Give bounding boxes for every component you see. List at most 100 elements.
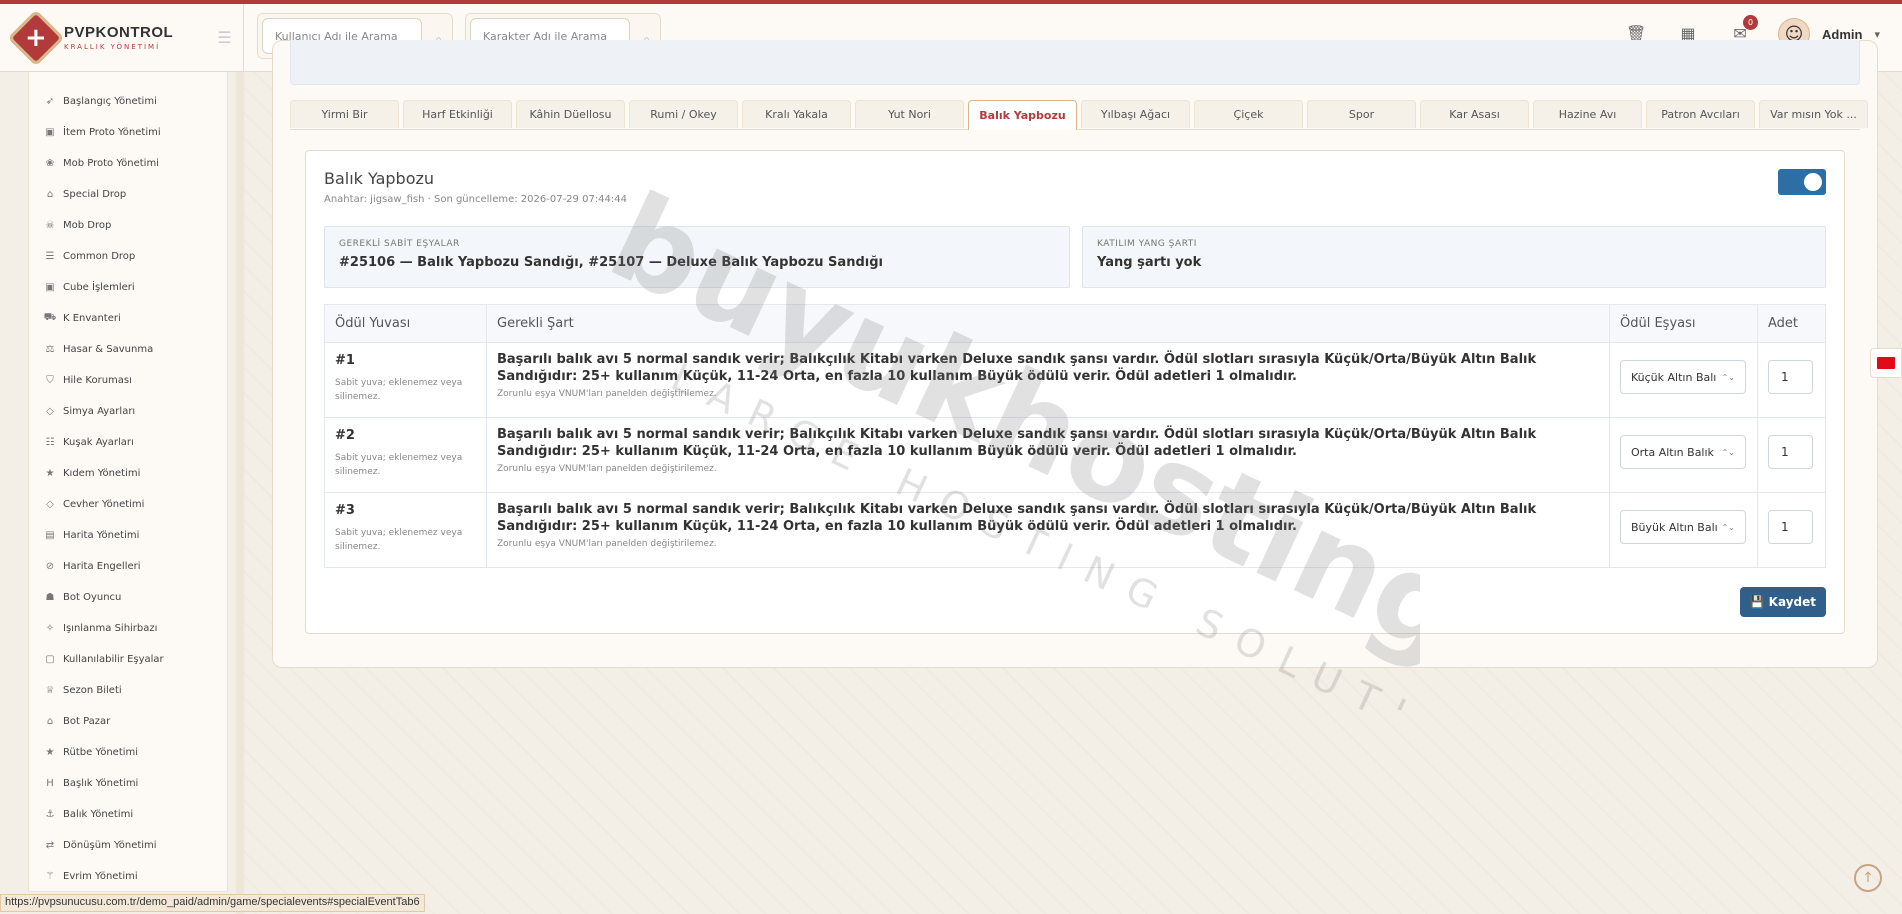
yang-value: Yang şartı yok [1097, 255, 1202, 270]
qty-cell: 1 [1757, 417, 1826, 493]
sidebar-item[interactable]: ⛉ Hile Koruması [29, 365, 227, 396]
chevron-down-icon: ⌃⌄ [1721, 447, 1735, 457]
sidebar-item[interactable]: ➶ Başlangıç Yönetimi [29, 86, 227, 117]
item-cell: Orta Altın Balık ⌃⌄ [1609, 417, 1758, 493]
sidebar-item[interactable]: ⌂ Special Drop [29, 179, 227, 210]
gift-icon: ⌂ [46, 189, 54, 200]
sidebar-item-label: Bot Oyuncu [63, 592, 122, 603]
sidebar-item[interactable]: ❀ Mob Proto Yönetimi [29, 148, 227, 179]
heading-icon: H [46, 778, 54, 789]
tab-item[interactable]: Harf Etkinliği [403, 100, 512, 128]
sidebar-item[interactable]: H Başlık Yönetimi [29, 768, 227, 799]
sidebar-item[interactable]: ▣ İtem Proto Yönetimi [29, 117, 227, 148]
table-row: #3 Sabit yuva; eklenemez veya silinemez. B… [324, 492, 1826, 568]
sidebar-item[interactable]: ▤ Harita Yönetimi [29, 520, 227, 551]
tab-item[interactable]: Hazine Avı [1533, 100, 1642, 128]
cart-icon: ⛟ [43, 312, 57, 323]
ban-icon: ⊘ [45, 561, 55, 572]
tab-item[interactable]: Spor [1307, 100, 1416, 128]
sidebar-item[interactable]: ⌂ Bot Pazar [29, 706, 227, 737]
box-icon: ▢ [45, 654, 55, 665]
sidebar-item[interactable]: ⚓ Balık Yönetimi [29, 799, 227, 830]
sidebar-item-label: Rütbe Yönetimi [63, 747, 139, 758]
hamburger-menu-icon[interactable]: ☰ [217, 28, 233, 47]
cube-icon: ▣ [45, 282, 55, 293]
anchor-icon: ⚓ [45, 809, 55, 820]
event-tabs: Yirmi Bir Harf Etkinliği Kâhin Düellosu Rum… [290, 100, 1868, 130]
sidebar-item[interactable]: ⚖ Hasar & Savunma [29, 334, 227, 365]
table-header-row: Ödül Yuvası Gerekli Şart Ödül Eşyası Ade… [324, 304, 1826, 343]
chevron-down-icon[interactable]: ▾ [1874, 28, 1880, 41]
sidebar-item[interactable]: ☠ Mob Drop [29, 210, 227, 241]
sidebar-item-label: Harita Yönetimi [63, 530, 140, 541]
sidebar-item[interactable]: ⛟ K Envanteri [29, 303, 227, 334]
sidebar-item-label: Işınlanma Sihirbazı [63, 623, 158, 634]
tab-item[interactable]: Kar Asası [1420, 100, 1529, 128]
sidebar-item-label: Mob Drop [63, 220, 112, 231]
sidebar-item[interactable]: ◇ Cevher Yönetimi [29, 489, 227, 520]
yang-requirement-box: KATILIM YANG ŞARTI Yang şartı yok [1082, 226, 1826, 288]
tab-item[interactable]: Balık Yapbozu [968, 100, 1077, 130]
slot-cell: #2 Sabit yuva; eklenemez veya silinemez. [324, 417, 487, 493]
sidebar-item[interactable]: ☗ Bot Oyuncu [29, 582, 227, 613]
quantity-input[interactable]: 1 [1768, 510, 1813, 544]
table-row: #2 Sabit yuva; eklenemez veya silinemez. B… [324, 417, 1826, 493]
yang-label: KATILIM YANG ŞARTI [1097, 239, 1197, 249]
gem-icon: ◇ [46, 499, 54, 510]
sidebar-item[interactable]: ✧ Işınlanma Sihirbazı [29, 613, 227, 644]
scroll-up-icon[interactable]: ↑ [1854, 864, 1882, 892]
condition-note: Zorunlu eşya VNUM'ları panelden değiştir… [497, 389, 717, 399]
sidebar-item[interactable]: ☰ Common Drop [29, 241, 227, 272]
tab-item[interactable]: Yut Nori [855, 100, 964, 128]
sidebar-item-label: Evrim Yönetimi [63, 871, 138, 882]
tab-item[interactable]: Patron Avcıları [1646, 100, 1755, 128]
slot-number: #1 [335, 353, 355, 368]
sidebar: ➶ Başlangıç Yönetimi ▣ İtem Proto Yönetimi ❀… [0, 72, 244, 914]
sidebar-item[interactable]: ☷ Kuşak Ayarları [29, 427, 227, 458]
tab-item[interactable]: Var mısın Yok ... [1759, 100, 1868, 128]
map-icon: ▤ [45, 530, 55, 541]
reward-item-value: Orta Altın Balık [1631, 445, 1714, 459]
sidebar-item-label: Kullanılabilir Eşyalar [63, 654, 164, 665]
col-header-condition: Gerekli Şart [486, 304, 1610, 343]
tab-item[interactable]: Kralı Yakala [742, 100, 851, 128]
brand[interactable]: + PVPKONTROL KRALLIK YÖNETİMİ ☰ [0, 3, 244, 72]
sidebar-item-label: Kuşak Ayarları [63, 437, 134, 448]
tab-item[interactable]: Kâhin Düellosu [516, 100, 625, 128]
reward-item-select[interactable]: Büyük Altın Balı ⌃⌄ [1620, 510, 1746, 544]
condition-text: Başarılı balık avı 5 normal sandık verir… [497, 352, 1537, 384]
reward-item-select[interactable]: Küçük Altın Balı ⌃⌄ [1620, 360, 1746, 394]
wand-icon: ⚚ [45, 871, 55, 882]
trophy-icon: ♕ [45, 685, 55, 696]
sidebar-item[interactable]: ▣ Cube İşlemleri [29, 272, 227, 303]
sidebar-item[interactable]: ⚚ Evrim Yönetimi [29, 861, 227, 892]
sidebar-item[interactable]: ⊘ Harita Engelleri [29, 551, 227, 582]
quantity-input[interactable]: 1 [1768, 360, 1813, 394]
sidebar-item-label: Simya Ayarları [63, 406, 136, 417]
reward-item-select[interactable]: Orta Altın Balık ⌃⌄ [1620, 435, 1746, 469]
slot-note: Sabit yuva; eklenemez veya silinemez. [335, 453, 463, 477]
slot-note: Sabit yuva; eklenemez veya silinemez. [335, 528, 463, 552]
sidebar-item[interactable]: ▢ Kullanılabilir Eşyalar [29, 644, 227, 675]
item-cell: Küçük Altın Balı ⌃⌄ [1609, 342, 1758, 418]
tab-item[interactable]: Rumi / Okey [629, 100, 738, 128]
sidebar-item[interactable]: ⇄ Dönüşüm Yönetimi [29, 830, 227, 861]
sidebar-item[interactable]: ♕ Sezon Bileti [29, 675, 227, 706]
tab-item[interactable]: Yılbaşı Ağacı [1081, 100, 1190, 128]
event-enabled-toggle[interactable] [1778, 169, 1826, 195]
required-items-value: #25106 — Balık Yapbozu Sandığı, #25107 —… [339, 255, 883, 270]
sidebar-scrollbar[interactable] [236, 72, 244, 914]
save-button[interactable]: 💾 Kaydet [1739, 587, 1826, 617]
required-items-box: GEREKLİ SABİT EŞYALAR #25106 — Balık Yap… [324, 226, 1070, 288]
condition-note: Zorunlu eşya VNUM'ları panelden değiştir… [497, 539, 717, 549]
sidebar-item[interactable]: ★ Kıdem Yönetimi [29, 458, 227, 489]
sidebar-item-label: Hile Koruması [63, 375, 132, 386]
reward-item-value: Küçük Altın Balı [1631, 370, 1717, 384]
slot-number: #3 [335, 503, 355, 518]
sidebar-item[interactable]: ★ Rütbe Yönetimi [29, 737, 227, 768]
tab-item[interactable]: Çiçek [1194, 100, 1303, 128]
tab-item[interactable]: Yirmi Bir [290, 100, 399, 128]
quantity-input[interactable]: 1 [1768, 435, 1813, 469]
language-flag-button[interactable] [1870, 348, 1902, 378]
sidebar-item[interactable]: ◇ Simya Ayarları [29, 396, 227, 427]
